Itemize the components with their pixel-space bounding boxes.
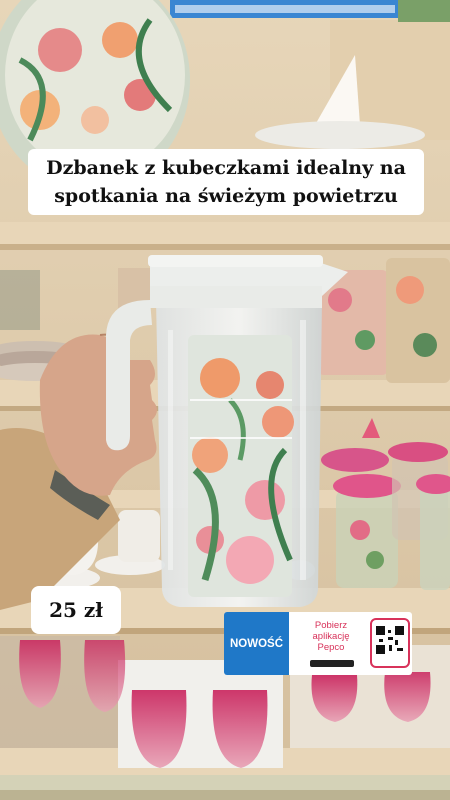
photo-scene: Dzbanek z kubeczkami idealny na spotkani… [0,0,450,800]
caption-banner: Dzbanek z kubeczkami idealny na spotkani… [28,149,424,215]
shelf-promo-tag: NOWOŚĆ Pobierz aplikację Pepco [224,612,412,675]
new-badge: NOWOŚĆ [224,612,289,675]
price-label: 25 zł [31,586,121,634]
qr-code-icon [370,618,410,668]
app-store-badges [310,660,354,667]
app-promo-text: Pobierz aplikację Pepco [312,620,350,653]
store-shelf-photo [0,0,450,800]
